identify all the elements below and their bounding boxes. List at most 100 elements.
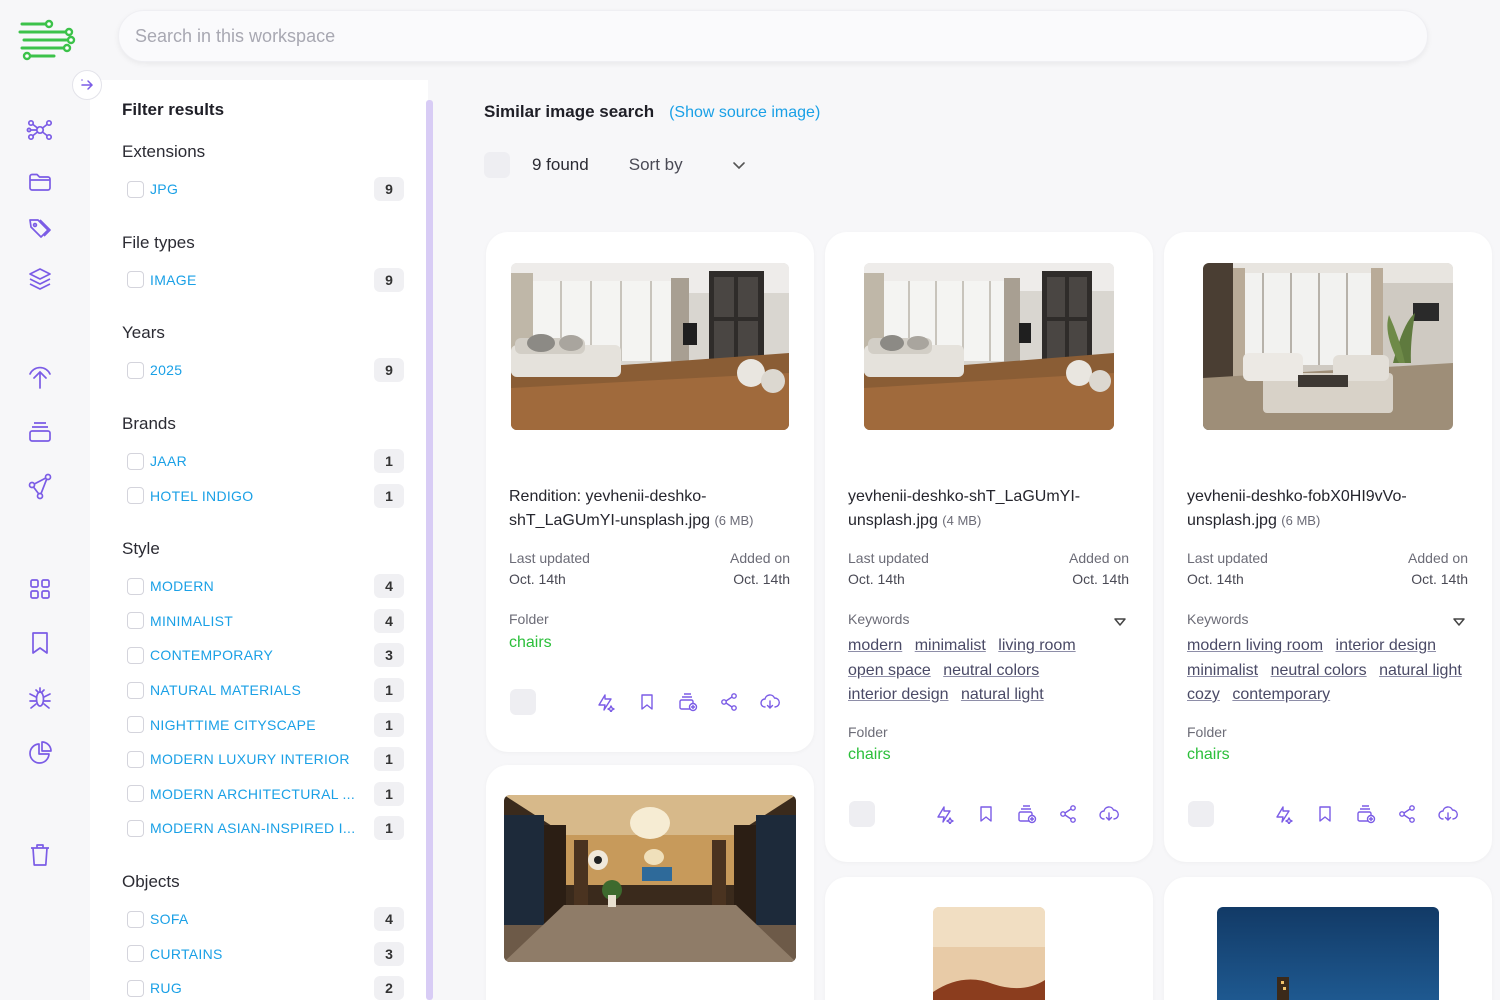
filter-checkbox[interactable] — [127, 452, 144, 470]
asset-card[interactable]: yevhenii-deshko-shT_LaGUmYI-unsplash.jpg… — [825, 232, 1153, 862]
add-to-collection-icon[interactable] — [677, 691, 699, 713]
asset-thumbnail[interactable] — [1203, 263, 1453, 430]
asset-filename[interactable]: yevhenii-deshko-shT_LaGUmYI-unsplash.jpg… — [848, 485, 1133, 533]
filter-option-label[interactable]: MODERN ARCHITECTURAL ... — [150, 786, 360, 802]
download-icon[interactable] — [1437, 803, 1459, 825]
filter-option[interactable]: JPG 9 — [122, 172, 404, 207]
select-checkbox[interactable] — [849, 801, 875, 827]
filter-option-label[interactable]: NATURAL MATERIALS — [150, 682, 360, 698]
filter-option[interactable]: IMAGE 9 — [122, 263, 404, 298]
share-graph-icon[interactable] — [24, 470, 56, 502]
filter-option-label[interactable]: CURTAINS — [150, 946, 360, 962]
pie-chart-icon[interactable] — [24, 737, 56, 769]
expand-sidebar-button[interactable] — [72, 70, 102, 100]
filter-checkbox[interactable] — [127, 716, 144, 734]
keyword-link[interactable]: living room — [998, 634, 1075, 659]
share-icon[interactable] — [1057, 803, 1079, 825]
trash-icon[interactable] — [24, 839, 56, 871]
share-icon[interactable] — [1396, 803, 1418, 825]
folder-icon[interactable] — [24, 166, 56, 198]
filter-option[interactable]: CURTAINS 3 — [122, 936, 404, 971]
filter-option-label[interactable]: MODERN LUXURY INTERIOR — [150, 751, 360, 767]
asset-card[interactable] — [486, 765, 814, 1000]
bookmark-icon[interactable] — [636, 691, 658, 713]
filter-checkbox[interactable] — [127, 785, 144, 803]
filter-option-label[interactable]: HOTEL INDIGO — [150, 488, 360, 504]
filter-checkbox[interactable] — [127, 646, 144, 664]
tags-icon[interactable] — [24, 213, 56, 245]
filter-option[interactable]: HOTEL INDIGO 1 — [122, 478, 404, 513]
filter-option[interactable]: MINIMALIST 4 — [122, 604, 404, 639]
share-icon[interactable] — [718, 691, 740, 713]
asset-filename[interactable]: yevhenii-deshko-fobX0HI9vVo-unsplash.jpg… — [1187, 485, 1472, 533]
filter-option-label[interactable]: NIGHTTIME CITYSCAPE — [150, 717, 360, 733]
show-source-image-link[interactable]: (Show source image) — [669, 104, 820, 122]
app-logo-icon[interactable] — [16, 16, 76, 64]
filter-option[interactable]: NIGHTTIME CITYSCAPE 1 — [122, 707, 404, 742]
filter-checkbox[interactable] — [127, 979, 144, 997]
upload-icon[interactable] — [24, 361, 56, 393]
filter-option[interactable]: NATURAL MATERIALS 1 — [122, 673, 404, 708]
filter-option-label[interactable]: MINIMALIST — [150, 613, 360, 629]
keyword-link[interactable]: cozy — [1187, 683, 1220, 708]
folder-link[interactable]: chairs — [1187, 746, 1230, 764]
add-to-collection-icon[interactable] — [1355, 803, 1377, 825]
filter-option-label[interactable]: 2025 — [150, 362, 360, 378]
select-all-checkbox[interactable] — [484, 152, 510, 178]
ai-edit-icon[interactable] — [1273, 803, 1295, 825]
filter-checkbox[interactable] — [127, 945, 144, 963]
keyword-link[interactable]: interior design — [848, 683, 949, 708]
ai-edit-icon[interactable] — [595, 691, 617, 713]
filter-option[interactable]: SOFA 4 — [122, 902, 404, 937]
filter-option[interactable]: MODERN LUXURY INTERIOR 1 — [122, 742, 404, 777]
layers-icon[interactable] — [24, 263, 56, 295]
filter-option-label[interactable]: MODERN — [150, 578, 360, 594]
filter-option-label[interactable]: SOFA — [150, 911, 360, 927]
keyword-link[interactable]: contemporary — [1232, 683, 1330, 708]
filter-option-label[interactable]: CONTEMPORARY — [150, 647, 360, 663]
filter-option[interactable]: JAAR 1 — [122, 444, 404, 479]
asset-card[interactable]: Rendition: yevhenii-deshko-shT_LaGUmYI-u… — [486, 232, 814, 752]
download-icon[interactable] — [759, 691, 781, 713]
add-to-collection-icon[interactable] — [1016, 803, 1038, 825]
filter-checkbox[interactable] — [127, 361, 144, 379]
filter-checkbox[interactable] — [127, 910, 144, 928]
keyword-link[interactable]: natural light — [1379, 659, 1462, 684]
keyword-link[interactable]: neutral colors — [1271, 659, 1367, 684]
asset-thumbnail[interactable] — [1217, 907, 1439, 1000]
folder-link[interactable]: chairs — [509, 634, 552, 652]
select-checkbox[interactable] — [1188, 801, 1214, 827]
filter-option[interactable]: CONTEMPORARY 3 — [122, 638, 404, 673]
filter-checkbox[interactable] — [127, 180, 144, 198]
filter-option[interactable]: MODERN ARCHITECTURAL ... 1 — [122, 777, 404, 812]
bookmark-icon[interactable] — [24, 627, 56, 659]
bug-icon[interactable] — [24, 682, 56, 714]
ai-edit-icon[interactable] — [934, 803, 956, 825]
filter-checkbox[interactable] — [127, 577, 144, 595]
download-icon[interactable] — [1098, 803, 1120, 825]
asset-thumbnail[interactable] — [511, 263, 789, 430]
filter-checkbox[interactable] — [127, 750, 144, 768]
keyword-link[interactable]: neutral colors — [943, 659, 1039, 684]
filter-option-label[interactable]: JAAR — [150, 453, 360, 469]
filter-panel-scrollbar[interactable] — [426, 100, 433, 1000]
keyword-link[interactable]: interior design — [1336, 634, 1437, 659]
select-checkbox[interactable] — [510, 689, 536, 715]
asset-thumbnail[interactable] — [504, 795, 796, 962]
filter-checkbox[interactable] — [127, 681, 144, 699]
asset-card[interactable] — [1164, 877, 1492, 1000]
keyword-link[interactable]: minimalist — [915, 634, 986, 659]
stack-icon[interactable] — [24, 415, 56, 447]
filter-option[interactable]: 2025 9 — [122, 353, 404, 388]
bookmark-icon[interactable] — [1314, 803, 1336, 825]
sort-by-label[interactable]: Sort by — [629, 155, 683, 175]
filter-checkbox[interactable] — [127, 487, 144, 505]
asset-card[interactable] — [825, 877, 1153, 1000]
filter-option-label[interactable]: IMAGE — [150, 272, 360, 288]
filter-checkbox[interactable] — [127, 612, 144, 630]
keyword-link[interactable]: minimalist — [1187, 659, 1258, 684]
filter-option-label[interactable]: MODERN ASIAN-INSPIRED I... — [150, 820, 360, 836]
filter-checkbox[interactable] — [127, 819, 144, 837]
folder-link[interactable]: chairs — [848, 746, 891, 764]
keyword-link[interactable]: open space — [848, 659, 931, 684]
